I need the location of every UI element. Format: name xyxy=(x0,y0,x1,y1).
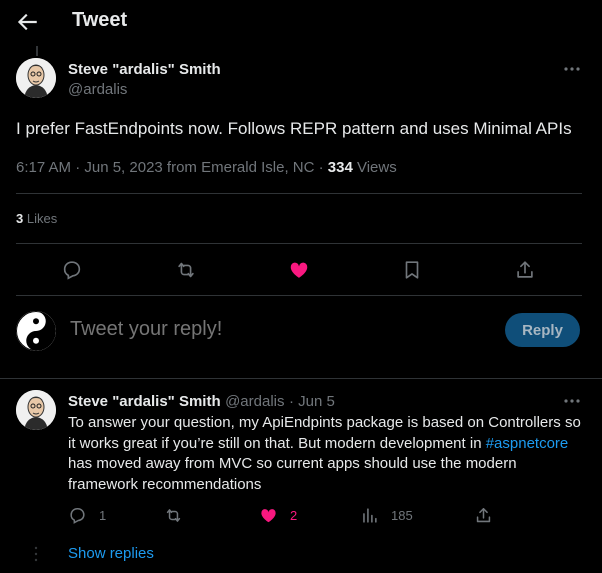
reply-share-button[interactable] xyxy=(474,506,493,525)
divider xyxy=(16,243,582,244)
hashtag-link[interactable]: #aspnetcore xyxy=(486,435,569,452)
divider xyxy=(16,295,582,296)
author-handle[interactable]: @ardalis xyxy=(68,81,127,98)
reply-retweet-button[interactable] xyxy=(164,506,195,525)
like-icon xyxy=(259,506,278,525)
page-title: Tweet xyxy=(72,9,128,31)
tweet-timestamp-location[interactable]: 6:17 AM · Jun 5, 2023 from Emerald Isle,… xyxy=(16,159,328,176)
thread-connector xyxy=(36,46,38,56)
views-count: 334 xyxy=(327,159,353,176)
views-label: Views xyxy=(352,159,397,176)
show-replies-link[interactable]: Show replies xyxy=(68,545,154,562)
reply-reply-button[interactable]: 1 xyxy=(68,506,106,525)
back-arrow-icon[interactable] xyxy=(14,9,40,35)
thread-dots xyxy=(34,546,38,562)
author-name[interactable]: Steve "ardalis" Smith xyxy=(68,61,221,78)
reply-count: 1 xyxy=(99,508,107,523)
likes-link[interactable]: 3 Likes xyxy=(16,211,57,226)
reply-views-count: 185 xyxy=(391,508,413,523)
divider xyxy=(0,378,602,379)
like-icon[interactable] xyxy=(288,259,310,281)
reply-text-part: has moved away from MVC so current apps … xyxy=(68,455,517,493)
retweet-icon xyxy=(164,506,183,525)
reply-date[interactable]: · Jun 5 xyxy=(289,393,335,410)
views-chart-icon xyxy=(360,506,379,525)
like-count: 2 xyxy=(290,508,298,523)
tweet-meta: 6:17 AM · Jun 5, 2023 from Emerald Isle,… xyxy=(16,159,397,176)
likes-label: Likes xyxy=(23,211,58,226)
tweet-text: I prefer FastEndpoints now. Follows REPR… xyxy=(16,119,572,138)
share-icon xyxy=(474,506,493,525)
reply-icon xyxy=(68,506,87,525)
reply-header: Steve "ardalis" Smith @ardalis · Jun 5 xyxy=(68,393,335,411)
top-bar: Tweet xyxy=(0,0,602,44)
author-avatar[interactable] xyxy=(16,58,56,98)
share-icon[interactable] xyxy=(514,259,536,281)
user-avatar[interactable] xyxy=(16,311,56,351)
more-options-icon[interactable] xyxy=(562,391,582,411)
retweet-icon[interactable] xyxy=(175,259,197,281)
more-options-icon[interactable] xyxy=(562,59,582,79)
reply-text: To answer your question, my ApiEndpints … xyxy=(68,413,588,495)
reply-icon[interactable] xyxy=(61,259,83,281)
reply-input[interactable] xyxy=(70,318,490,341)
reply-author-avatar[interactable] xyxy=(16,390,56,430)
divider xyxy=(16,193,582,194)
reply-like-button[interactable]: 2 xyxy=(259,506,297,525)
bookmark-icon[interactable] xyxy=(401,259,423,281)
reply-button[interactable]: Reply xyxy=(505,313,580,347)
reply-author-handle[interactable]: @ardalis xyxy=(225,393,284,410)
reply-views-button[interactable]: 185 xyxy=(360,506,413,525)
reply-author-name[interactable]: Steve "ardalis" Smith xyxy=(68,393,221,410)
